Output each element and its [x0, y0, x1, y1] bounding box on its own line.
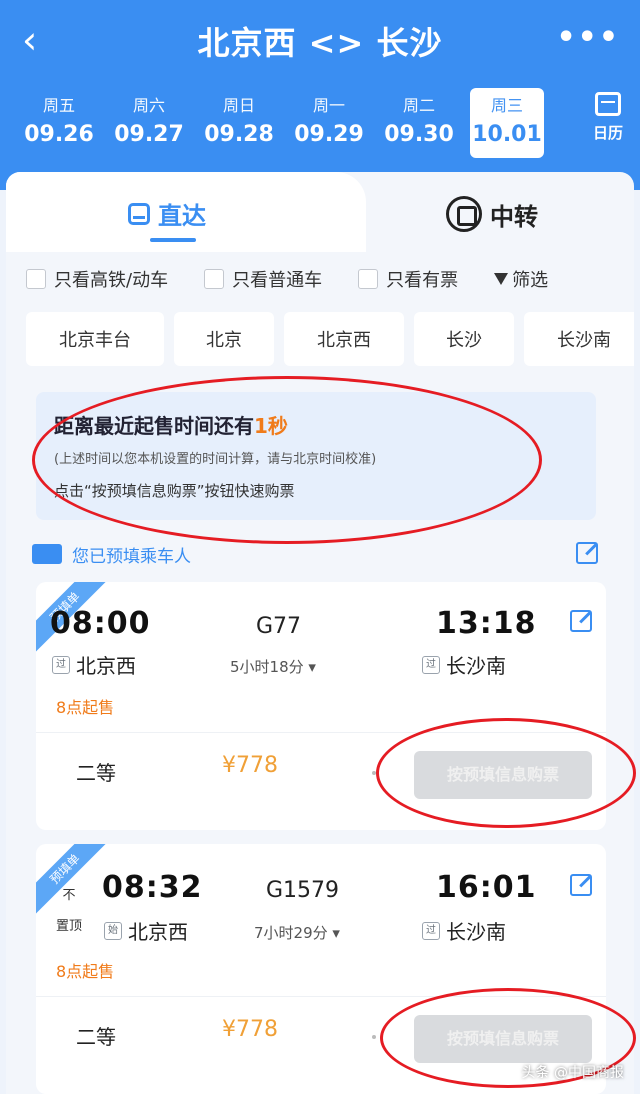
weekday-label: 周五	[42, 96, 75, 115]
pass-badge: 过	[422, 655, 440, 674]
sale-time: 8点起售	[56, 698, 115, 717]
origin-badge: 始	[104, 921, 122, 940]
weekday-label: 周日	[222, 96, 255, 115]
date-label: 09.28	[204, 122, 274, 147]
filter-button-label: 筛选	[512, 270, 549, 291]
route-title: 北京西 <> 长沙	[197, 24, 443, 62]
date-label: 09.30	[384, 122, 454, 147]
station-chip[interactable]: 北京	[174, 312, 274, 366]
results-panel: 直达 中转 只看高铁/动车 只看普通车 只看有票 筛选 北京丰台 北京 北京西 …	[6, 172, 634, 1094]
date-tab[interactable]: 周日 09.28	[194, 88, 284, 158]
date-label: 09.27	[114, 122, 184, 147]
mode-tabs: 直达 中转	[6, 172, 634, 252]
checkbox[interactable]	[358, 269, 379, 289]
station-name: 北京西	[128, 920, 188, 944]
arrival-station: 过 长沙南	[422, 650, 506, 679]
funnel-icon	[494, 273, 509, 285]
station-chips: 北京丰台 北京 北京西 长沙 长沙南	[26, 312, 634, 366]
duration[interactable]: 5小时18分 ▾	[230, 656, 316, 677]
seat-class: 二等	[76, 1025, 116, 1049]
seat-price: ¥778	[222, 1017, 278, 1042]
date-tab[interactable]: 周二 09.30	[374, 88, 464, 158]
more-menu-button[interactable]: •••	[556, 20, 620, 55]
sale-time: 8点起售	[56, 962, 115, 981]
station-chip[interactable]: 长沙南	[524, 312, 634, 366]
annotation-ellipse	[32, 376, 542, 544]
departure-time: 08:00	[50, 606, 151, 641]
departure-station: 始 北京西	[104, 916, 188, 945]
pass-badge: 过	[52, 655, 70, 674]
tab-underline	[150, 238, 196, 242]
train-icon	[128, 202, 150, 225]
filter-label: 只看高铁/动车	[54, 270, 169, 291]
tab-direct-label: 直达	[158, 202, 206, 230]
date-label: 09.29	[294, 122, 364, 147]
seat-price: ¥778	[222, 753, 278, 778]
date-tab[interactable]: 周六 09.27	[104, 88, 194, 158]
pin-toggle[interactable]: 不 置顶	[56, 884, 82, 934]
departure-station: 过 北京西	[52, 650, 136, 679]
filter-button[interactable]: 筛选	[494, 266, 548, 292]
tab-transfer[interactable]: 中转	[446, 196, 538, 232]
seat-class: 二等	[76, 761, 116, 785]
weekday-label: 周二	[402, 96, 435, 115]
prefill-text: 您已预填乘车人	[72, 546, 191, 567]
departure-time: 08:32	[102, 870, 203, 905]
watermark: 头条 @中国商报	[521, 1065, 624, 1081]
date-label: 09.26	[24, 122, 94, 147]
tab-direct[interactable]: 直达	[128, 196, 206, 231]
edit-icon[interactable]	[570, 610, 592, 632]
calendar-label: 日历	[592, 124, 623, 142]
edit-icon[interactable]	[570, 874, 592, 896]
station-chip[interactable]: 北京西	[284, 312, 404, 366]
date-selector: 周五 09.26 周六 09.27 周日 09.28 周一 09.29 周二 0…	[14, 88, 554, 158]
station-name: 北京西	[76, 654, 136, 678]
duration[interactable]: 7小时29分 ▾	[254, 922, 340, 943]
filter-label: 只看有票	[386, 270, 459, 291]
calendar-button[interactable]: 日历	[586, 92, 630, 143]
date-tab-selected[interactable]: 周三 10.01	[470, 88, 544, 158]
separator-dot	[372, 1035, 376, 1039]
filter-normal[interactable]: 只看普通车	[204, 266, 322, 292]
annotation-ellipse	[376, 718, 636, 828]
pin-top-label: 不	[62, 888, 76, 903]
filter-available[interactable]: 只看有票	[358, 266, 458, 292]
pass-badge: 过	[422, 921, 440, 940]
weekday-label: 周一	[312, 96, 345, 115]
checkbox[interactable]	[26, 269, 46, 289]
calendar-icon	[595, 92, 621, 116]
train-number: G1579	[266, 878, 340, 903]
date-label: 10.01	[472, 122, 542, 147]
station-name: 长沙南	[446, 920, 506, 944]
train-number: G77	[256, 614, 302, 639]
checkbox[interactable]	[204, 269, 225, 289]
weekday-label: 周六	[132, 96, 165, 115]
station-chip[interactable]: 北京丰台	[26, 312, 164, 366]
station-name: 长沙南	[446, 654, 506, 678]
date-tab[interactable]: 周一 09.29	[284, 88, 374, 158]
station-chip[interactable]: 长沙	[414, 312, 514, 366]
arrival-station: 过 长沙南	[422, 916, 506, 945]
transfer-icon	[446, 196, 482, 232]
pin-bottom-label: 置顶	[56, 919, 83, 934]
filter-high-speed[interactable]: 只看高铁/动车	[26, 266, 168, 292]
arrival-time: 13:18	[436, 606, 537, 641]
id-card-icon	[32, 544, 62, 564]
top-bar: ‹ 北京西 <> 长沙 ••• 周五 09.26 周六 09.27 周日 09.…	[0, 0, 640, 190]
weekday-label: 周三	[490, 96, 523, 115]
edit-icon[interactable]	[576, 542, 598, 564]
date-tab[interactable]: 周五 09.26	[14, 88, 104, 158]
tab-transfer-label: 中转	[490, 202, 538, 231]
arrival-time: 16:01	[436, 870, 537, 905]
filter-bar: 只看高铁/动车 只看普通车 只看有票 筛选	[26, 266, 626, 292]
filter-label: 只看普通车	[232, 270, 323, 291]
